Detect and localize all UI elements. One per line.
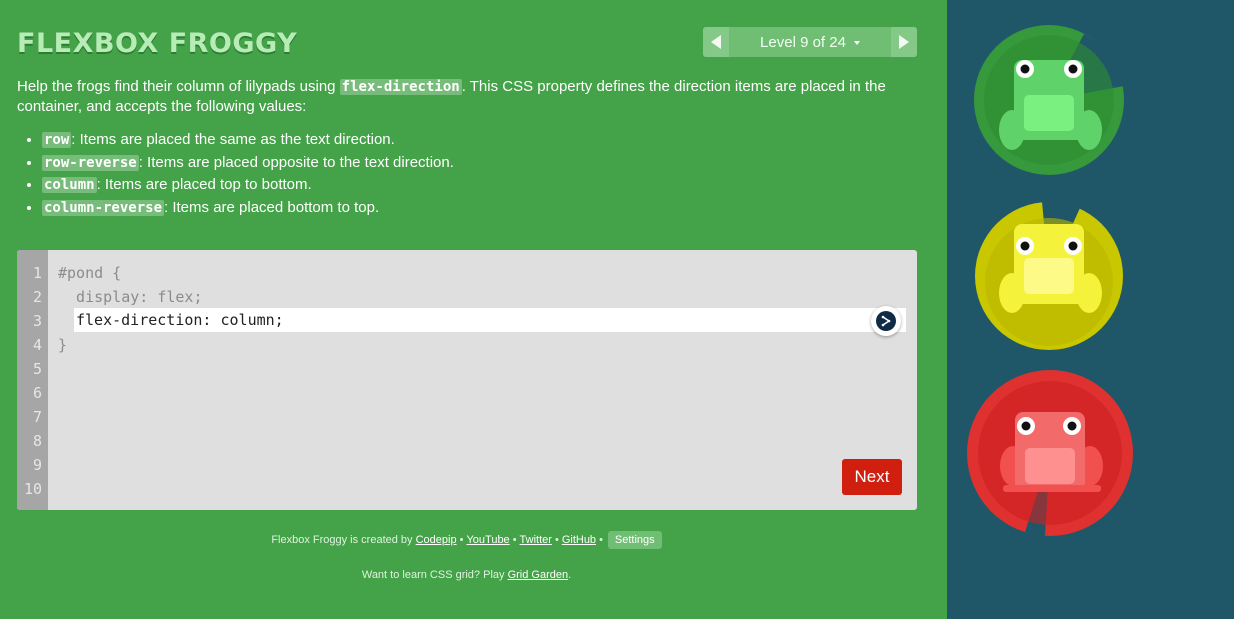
chevron-left-icon [711,35,721,49]
code-line-closing-brace: } [58,336,68,354]
line-number: 4 [32,336,42,354]
css-code-input[interactable] [74,308,906,332]
translate-button[interactable] [871,306,901,336]
credits-prefix: Flexbox Froggy is created by [271,534,413,546]
deepl-translate-icon [876,311,896,331]
next-level-button[interactable] [891,27,917,57]
red-lilypad-with-frog [967,370,1133,536]
grid-promo-text: Want to learn CSS grid? Play [361,569,505,581]
bullet-separator: • [599,534,603,546]
previous-level-button[interactable] [703,27,729,57]
credits-footer: Flexbox Froggy is created by Codepip • You… [0,531,933,549]
level-instructions: Help the frogs find their column of lily… [17,77,907,219]
line-number: 6 [32,384,42,402]
grid-garden-link[interactable]: Grid Garden [508,569,569,581]
level-navigation: Level 9 of 24 [703,27,917,57]
caret-down-icon [853,40,860,45]
line-number-gutter: 1 2 3 4 5 6 7 8 9 10 [17,250,48,510]
value-description: : Items are placed opposite to the text … [138,153,454,171]
line-number: 5 [32,360,42,378]
pond [947,0,1234,619]
instructions-sidebar: FLEXBOX FROGGY Level 9 of 24 Help the fr… [0,0,947,619]
value-item-row: row: Items are placed the same as the te… [42,129,907,152]
value-code: row-reverse [42,154,139,171]
line-number: 7 [32,408,42,426]
values-list: row: Items are placed the same as the te… [17,129,907,219]
value-description: : Items are placed bottom to top. [164,198,380,216]
grid-promo-suffix: . [568,569,572,581]
bullet-separator: • [512,534,517,546]
app-logo: FLEXBOX FROGGY [17,28,298,59]
value-description: : Items are placed the same as the text … [71,131,395,148]
value-description: : Items are placed top to bottom. [96,176,312,193]
intro-text-before: Help the frogs find their column of lily… [17,78,340,95]
yellow-lilypad-with-frog [975,201,1123,350]
twitter-link[interactable]: Twitter [520,534,552,546]
css-editor: 1 2 3 4 5 6 7 8 9 10 #pond { display: fl… [17,250,917,510]
code-line-selector: #pond { [58,264,122,282]
value-code: column-reverse [42,199,165,216]
line-number: 2 [32,288,42,306]
value-item-column: column: Items are placed top to bottom. [42,174,907,197]
value-item-row-reverse: row-reverse: Items are placed opposite t… [42,152,907,175]
instructions-intro: Help the frogs find their column of lily… [17,77,907,116]
value-code: column [42,177,97,193]
github-link[interactable]: GitHub [562,534,596,546]
level-label: Level 9 of 24 [760,33,846,51]
value-code: row [42,132,72,148]
line-number: 1 [32,264,42,282]
bullet-separator: • [554,534,559,546]
settings-button[interactable]: Settings [607,531,662,549]
level-indicator-dropdown[interactable]: Level 9 of 24 [729,34,891,51]
value-item-column-reverse: column-reverse: Items are placed bottom … [42,197,907,220]
line-number: 8 [32,432,42,450]
line-number: 10 [23,480,42,498]
code-line-display: display: flex; [58,288,203,306]
green-lilypad-with-frog [974,25,1124,175]
line-number: 3 [32,312,42,330]
youtube-link[interactable]: YouTube [466,534,509,546]
codepip-link[interactable]: Codepip [416,534,457,546]
line-number: 9 [32,456,42,474]
property-code: flex-direction [339,79,462,95]
grid-garden-promo: Want to learn CSS grid? Play Grid Garden… [0,569,933,581]
bullet-separator: • [459,534,464,546]
chevron-right-icon [899,35,909,49]
next-button[interactable]: Next [842,459,902,495]
